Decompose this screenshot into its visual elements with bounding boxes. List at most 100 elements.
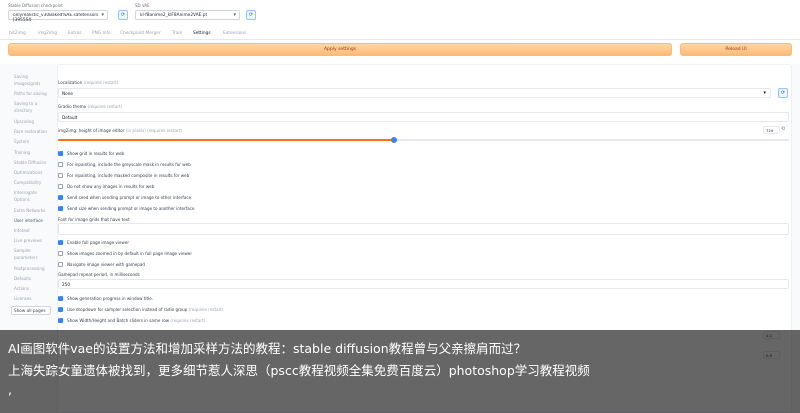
chevron-down-icon: ▾ — [763, 90, 766, 96]
checkbox-label: Enable full page image viewer — [67, 240, 130, 245]
refresh-icon: ⟳ — [248, 12, 254, 18]
tab-train[interactable]: Train — [172, 31, 182, 36]
sidebar-item-compatibility[interactable]: Compatibility — [14, 180, 41, 185]
chevron-down-icon: ▾ — [101, 12, 104, 18]
img2img-height-slider[interactable] — [58, 137, 789, 143]
img2img-height-number[interactable]: 720 — [763, 126, 780, 134]
sidebar-item-saving-grids[interactable]: images/grids — [14, 81, 40, 86]
gamepad-label: Gamepad repeat period, in milliseconds — [58, 272, 140, 277]
checkbox-show-grid[interactable] — [58, 149, 63, 156]
refresh-localization-button[interactable]: ⟳ — [778, 88, 788, 98]
vae-label: SD VAE — [135, 3, 150, 8]
show-all-pages-button[interactable]: Show all pages — [11, 306, 51, 315]
checkbox-label: Show images zoomed in by default in full… — [67, 251, 193, 256]
sidebar-item-saving-dir[interactable]: Saving to a — [14, 101, 37, 106]
tab-extras[interactable]: Extras — [68, 31, 82, 36]
tab-png-info[interactable]: PNG Info — [92, 31, 111, 36]
sidebar-item-infotext[interactable]: Infotext — [14, 228, 30, 233]
checkpoint-dropdown[interactable]: onlyrealistic_v30Baked%AE.safetensors [3… — [8, 10, 108, 23]
localization-title: Localization — [58, 80, 83, 85]
tab-extensions[interactable]: Extensions — [223, 31, 246, 36]
reload-ui-button[interactable]: Reload UI — [680, 43, 792, 56]
sidebar-item-interrogate[interactable]: Interrogate — [14, 190, 37, 195]
checkpoint-label: Stable Diffusion checkpoint — [8, 3, 63, 8]
gamepad-input[interactable]: 250 — [58, 279, 789, 289]
font-input[interactable] — [58, 223, 789, 235]
checkbox-label: Do not show any images in results for we… — [67, 184, 155, 189]
slider-thumb[interactable] — [391, 137, 398, 143]
localization-value: None — [62, 91, 73, 96]
sidebar-item-options[interactable]: Options — [14, 197, 30, 202]
checkbox-label: Show grid in results for web — [67, 151, 125, 156]
refresh-icon: ⟳ — [120, 12, 126, 18]
localization-hint: (requires restart) — [83, 80, 119, 85]
sidebar-item-actions[interactable]: Actions — [14, 286, 29, 291]
img2img-height-hint: (in pixels) (requires restart) — [125, 128, 182, 133]
sidebar-item-training[interactable]: Training — [14, 150, 30, 155]
tab-settings[interactable]: Settings — [193, 31, 211, 36]
checkbox-progress-title[interactable] — [58, 294, 63, 301]
caption-line-1: AI画图软件vae的设置方法和增加采样方法的教程：stable diffusio… — [8, 341, 527, 356]
sidebar-item-directory[interactable]: directory — [14, 108, 32, 113]
checkbox-same-row[interactable] — [58, 316, 63, 323]
sidebar-item-system[interactable]: System — [14, 139, 29, 144]
checkbox-send-seed[interactable] — [58, 193, 63, 200]
img2img-height-label: img2img: height of image editor (in pixe… — [58, 128, 182, 133]
checkbox-sampler-dropdown[interactable] — [58, 305, 63, 312]
checkbox-label-with-hint: Use dropdown for sampler selection inste… — [67, 307, 224, 312]
checkbox-label: Use dropdown for sampler selection inste… — [67, 307, 188, 312]
checkbox-label: Send size when sending prompt or image t… — [67, 206, 195, 211]
tab-img2img[interactable]: img2img — [38, 31, 57, 36]
theme-label: Gradio theme (requires restart) — [58, 104, 122, 109]
font-label: Font for image grids that have text — [58, 217, 130, 222]
checkbox-send-size[interactable] — [58, 204, 63, 211]
checkbox-label-with-hint: Show Width/Height and Batch sliders in s… — [67, 318, 205, 323]
refresh-checkpoint-button[interactable]: ⟳ — [118, 10, 128, 20]
caption-overlay: AI画图软件vae的设置方法和增加采样方法的教程：stable diffusio… — [0, 330, 800, 413]
main-tabs: txt2img img2img Extras PNG Info Checkpoi… — [0, 29, 800, 40]
caption-line-3: , — [8, 382, 12, 397]
checkbox-label: Show generation progress in window title… — [67, 296, 154, 301]
refresh-vae-button[interactable]: ⟳ — [246, 10, 256, 20]
tab-checkpoint-merger[interactable]: Checkpoint Merger — [120, 31, 161, 36]
sidebar-item-live-previews[interactable]: Live previews — [14, 238, 42, 243]
sidebar-item-parameters[interactable]: parameters — [14, 255, 38, 260]
sidebar-item-face-restoration[interactable]: Face restoration — [14, 129, 47, 134]
vae-value: kl-f8anime2_klF8Anime2VAE.pt — [140, 13, 208, 18]
tab-txt2img[interactable]: txt2img — [9, 31, 26, 36]
sidebar-item-upscaling[interactable]: Upscaling — [14, 119, 34, 124]
sidebar-item-stable-diffusion[interactable]: Stable Diffusion — [14, 160, 46, 165]
sidebar-item-paths[interactable]: Paths for saving — [14, 91, 47, 96]
img2img-height-title: img2img: height of image editor — [58, 128, 125, 133]
checkbox-inpaint-greyscale[interactable] — [58, 162, 63, 167]
top-bar: Stable Diffusion checkpoint onlyrealisti… — [0, 0, 800, 28]
sidebar-item-defaults[interactable]: Defaults — [14, 276, 31, 281]
checkbox-no-images[interactable] — [58, 184, 63, 189]
chevron-down-icon: ▾ — [233, 12, 236, 18]
localization-label: Localization (requires restart) — [58, 80, 118, 85]
localization-dropdown[interactable]: None ▾ — [58, 88, 771, 98]
theme-dropdown[interactable]: Default — [58, 112, 789, 122]
sidebar-item-licenses[interactable]: Licenses — [14, 296, 32, 301]
sidebar-item-saving[interactable]: Saving — [14, 74, 28, 79]
checkbox-gamepad-nav[interactable] — [58, 262, 63, 267]
sidebar-item-user-interface[interactable]: User interface — [14, 218, 43, 223]
checkbox-hint: (requires restart) — [188, 307, 224, 312]
sidebar-item-extra-networks[interactable]: Extra Networks — [14, 208, 45, 213]
apply-settings-button[interactable]: Apply settings — [8, 43, 672, 56]
sidebar-item-postprocessing[interactable]: Postprocessing — [14, 266, 45, 271]
checkbox-zoomed-default[interactable] — [58, 251, 63, 256]
slider-fill — [58, 139, 395, 141]
refresh-icon: ⟳ — [780, 90, 786, 96]
checkpoint-value: onlyrealistic_v30Baked%AE.safetensors [3… — [13, 13, 99, 23]
checkbox-full-page-viewer[interactable] — [58, 238, 63, 245]
theme-hint: (requires restart) — [87, 104, 123, 109]
checkbox-hint: (requires restart) — [170, 318, 206, 323]
sidebar-item-optimizations[interactable]: Optimizations — [14, 170, 42, 175]
reset-icon[interactable]: ⟲ — [781, 126, 785, 132]
checkbox-label: For inpainting, include masked composite… — [67, 173, 190, 178]
vae-dropdown[interactable]: kl-f8anime2_klF8Anime2VAE.pt ▾ — [135, 10, 240, 20]
sidebar-item-sampler[interactable]: Sampler — [14, 248, 31, 253]
checkbox-inpaint-composite[interactable] — [58, 173, 63, 178]
theme-title: Gradio theme — [58, 104, 87, 109]
